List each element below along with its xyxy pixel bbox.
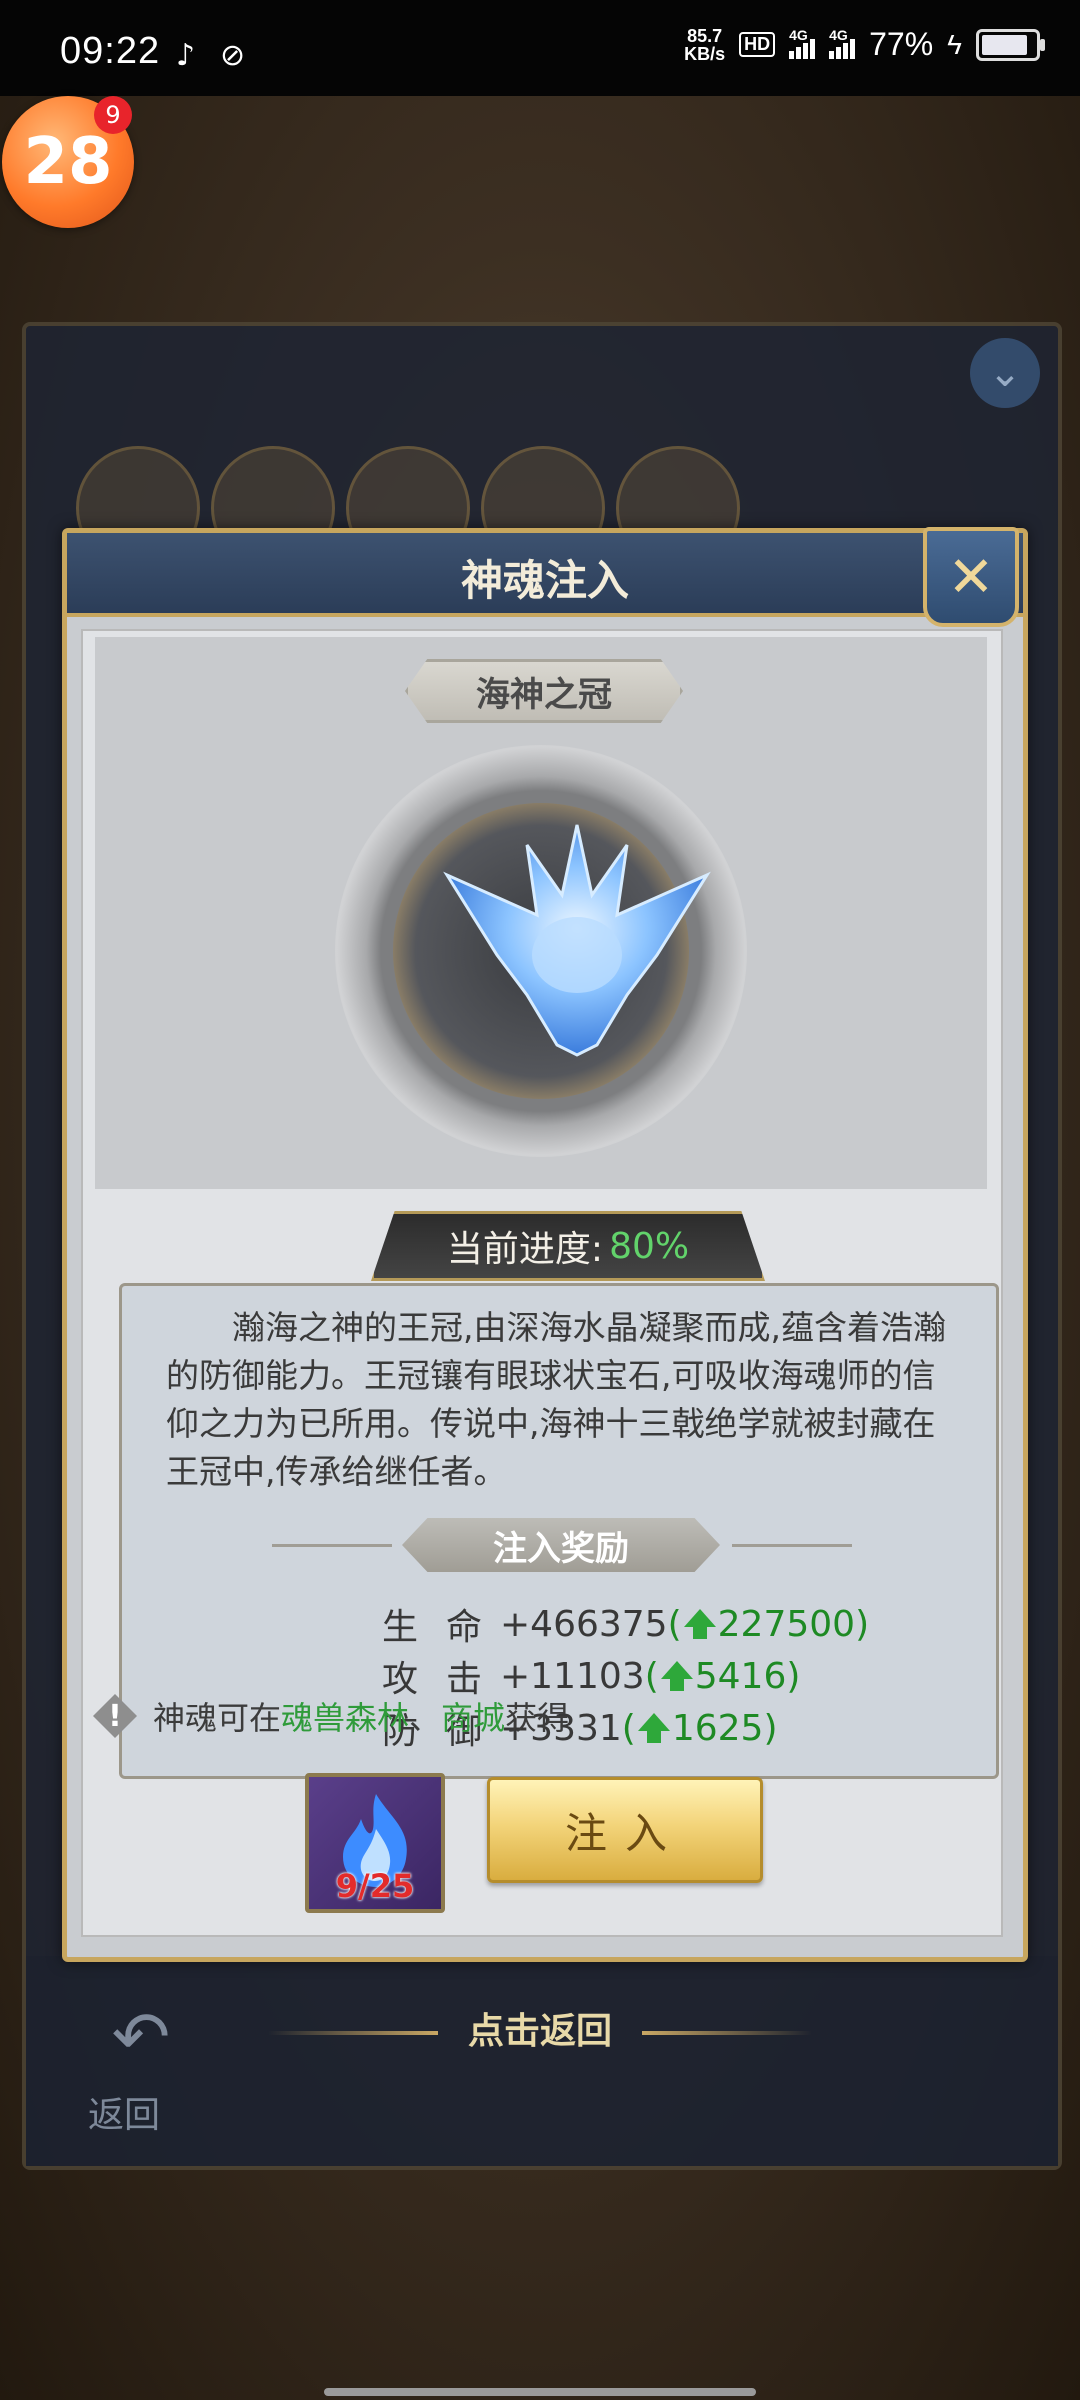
status-right-cluster: 85.7 KB/s HD 4G 4G 77% ϟ: [684, 26, 1045, 63]
notification-count: 9: [94, 96, 132, 134]
progress-label: 当前进度:: [446, 1229, 604, 1270]
warning-icon: !: [93, 1694, 137, 1738]
home-indicator[interactable]: [324, 2388, 756, 2396]
hd-badge: HD: [739, 32, 776, 57]
up-arrow-icon: [637, 1713, 670, 1743]
stat-bonus: 227500: [717, 1603, 856, 1645]
up-arrow-icon: [683, 1609, 716, 1639]
tiktok-icon: ♪: [176, 38, 196, 73]
stat-value: +11103: [500, 1655, 645, 1697]
chevron-down-icon: ⌄: [970, 338, 1040, 408]
stat-paren: ): [855, 1603, 870, 1645]
source-separator: 、: [409, 1699, 442, 1737]
divider: [272, 1544, 392, 1547]
net-speed-value: 85.7: [687, 25, 723, 46]
close-button[interactable]: ✕: [923, 527, 1019, 627]
item-description: 瀚海之神的王冠,由深海水晶凝聚而成,蕴含着浩瀚的防御能力。王冠镶有眼球状宝石,可…: [166, 1308, 946, 1491]
source-link-shop[interactable]: 商城: [441, 1693, 505, 1739]
sim2-label: 4G: [829, 26, 848, 43]
stat-row-hp: 生命 +466375 ( 227500 ): [382, 1598, 869, 1650]
ornament-left: [267, 2031, 438, 2035]
progress-indicator: 当前进度: 80%: [371, 1211, 765, 1281]
stat-paren: ): [763, 1707, 778, 1749]
background-footer: ↶ 返回: [26, 1956, 1058, 2166]
item-frame: [335, 745, 747, 1157]
battery-icon: [976, 28, 1045, 61]
stat-paren: ): [786, 1655, 801, 1697]
item-count: 9/25: [335, 1867, 415, 1905]
source-prefix: 神魂可在: [153, 1699, 282, 1737]
battery-percent: 77%: [869, 26, 934, 62]
modal-header: 神魂注入 ✕: [67, 527, 1023, 627]
charging-icon: ϟ: [947, 28, 962, 60]
modal-title: 神魂注入: [460, 556, 629, 605]
net-speed: 85.7 KB/s: [684, 27, 725, 63]
soul-item-slot[interactable]: 9/25: [305, 1773, 445, 1913]
item-name: 海神之冠: [405, 659, 683, 723]
ornament-right: [642, 2031, 812, 2035]
stat-paren: (: [667, 1603, 682, 1645]
source-link-forest[interactable]: 魂兽森林: [281, 1693, 409, 1739]
up-arrow-icon: [660, 1661, 693, 1691]
close-icon: ✕: [947, 544, 995, 610]
progress-value: 80%: [609, 1225, 690, 1267]
status-time: 09:22: [60, 30, 161, 72]
back-prompt-label: 点击返回: [467, 2011, 612, 2052]
tap-to-return[interactable]: 点击返回: [0, 2002, 1080, 2054]
stat-bonus: 5416: [694, 1655, 787, 1697]
stat-bonus: 1625: [671, 1707, 764, 1749]
stat-paren: (: [621, 1707, 636, 1749]
source-suffix: 获得: [505, 1699, 570, 1737]
modal-body: 海神之冠 当前进度: 80% 瀚海之神的王冠,由深海水晶凝聚而成,蕴含着浩瀚的防…: [81, 629, 1003, 1937]
reward-title: 注入奖励: [402, 1518, 720, 1572]
stat-paren: (: [644, 1655, 659, 1697]
signal-icon-2: 4G: [829, 27, 856, 59]
battery-level-fill: [982, 34, 1027, 55]
sim1-label: 4G: [789, 26, 808, 43]
signal-icon: 4G: [789, 27, 816, 59]
stat-label: 生命: [382, 1607, 511, 1648]
source-hint: ! 神魂可在 魂兽森林 、 商城 获得: [93, 1693, 569, 1739]
divider: [732, 1544, 852, 1547]
soul-inject-modal: 神魂注入 ✕ 海神之冠 当前进度: 80% 瀚海之神的王冠,由深海水晶凝聚而成,…: [62, 527, 1028, 1962]
sea-god-crown-icon: [443, 824, 711, 1057]
inject-button[interactable]: 注入: [487, 1777, 763, 1883]
status-bar: 09:22 ♪ ⊘ 85.7 KB/s HD 4G 4G 77% ϟ: [0, 0, 1080, 96]
background-back-label: 返回: [88, 2095, 161, 2136]
link-app-icon: ⊘: [220, 38, 246, 73]
net-speed-unit: KB/s: [684, 43, 726, 64]
stat-value: +466375: [500, 1603, 668, 1645]
item-showcase: 海神之冠: [95, 637, 987, 1189]
